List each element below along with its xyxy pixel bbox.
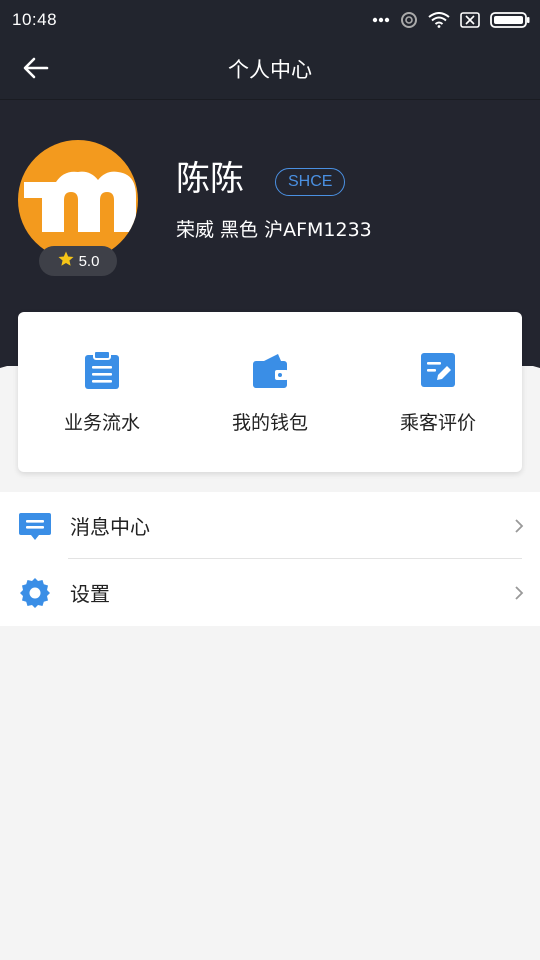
app-bar: 个人中心 bbox=[0, 40, 540, 100]
menu-list: 消息中心 设置 bbox=[0, 492, 540, 626]
more-dots-icon bbox=[372, 17, 390, 23]
avatar[interactable] bbox=[18, 140, 138, 260]
wallet-icon bbox=[250, 350, 290, 390]
back-button[interactable] bbox=[16, 50, 56, 90]
menu-label: 设置 bbox=[70, 582, 110, 606]
settings-gear-icon bbox=[18, 576, 52, 610]
message-center-item[interactable]: 消息中心 bbox=[0, 492, 540, 559]
action-label: 业务流水 bbox=[63, 412, 140, 434]
action-card: 业务流水 我的钱包 乘客评价 bbox=[18, 312, 522, 472]
chevron-right-icon bbox=[514, 518, 524, 534]
my-wallet-button[interactable]: 我的钱包 bbox=[186, 312, 354, 472]
message-icon bbox=[18, 509, 52, 543]
star-icon bbox=[57, 250, 75, 272]
alarm-icon bbox=[400, 11, 418, 29]
wifi-icon bbox=[428, 12, 450, 28]
status-bar: 10:48 bbox=[0, 0, 540, 40]
page-title: 个人中心 bbox=[228, 58, 312, 82]
menu-label: 消息中心 bbox=[70, 515, 150, 539]
status-time: 10:48 bbox=[12, 10, 58, 29]
action-label: 我的钱包 bbox=[231, 412, 308, 434]
rating-value: 5.0 bbox=[78, 252, 100, 270]
edit-review-icon bbox=[418, 350, 458, 390]
rating-badge: 5.0 bbox=[39, 246, 117, 276]
avatar-logo-icon bbox=[24, 171, 136, 232]
battery-icon bbox=[490, 12, 530, 28]
clipboard-icon bbox=[82, 350, 122, 390]
passenger-reviews-button[interactable]: 乘客评价 bbox=[354, 312, 522, 472]
back-arrow-icon bbox=[23, 57, 49, 83]
vehicle-info: 荣威 黑色 沪AFM1233 bbox=[176, 219, 372, 241]
company-badge: SHCE bbox=[275, 168, 346, 196]
sim-off-icon bbox=[460, 12, 480, 28]
driver-name: 陈陈 bbox=[176, 159, 244, 199]
action-label: 乘客评价 bbox=[399, 412, 476, 434]
chevron-right-icon bbox=[514, 585, 524, 601]
business-records-button[interactable]: 业务流水 bbox=[18, 312, 186, 472]
settings-item[interactable]: 设置 bbox=[0, 559, 540, 626]
status-icons bbox=[372, 11, 530, 29]
